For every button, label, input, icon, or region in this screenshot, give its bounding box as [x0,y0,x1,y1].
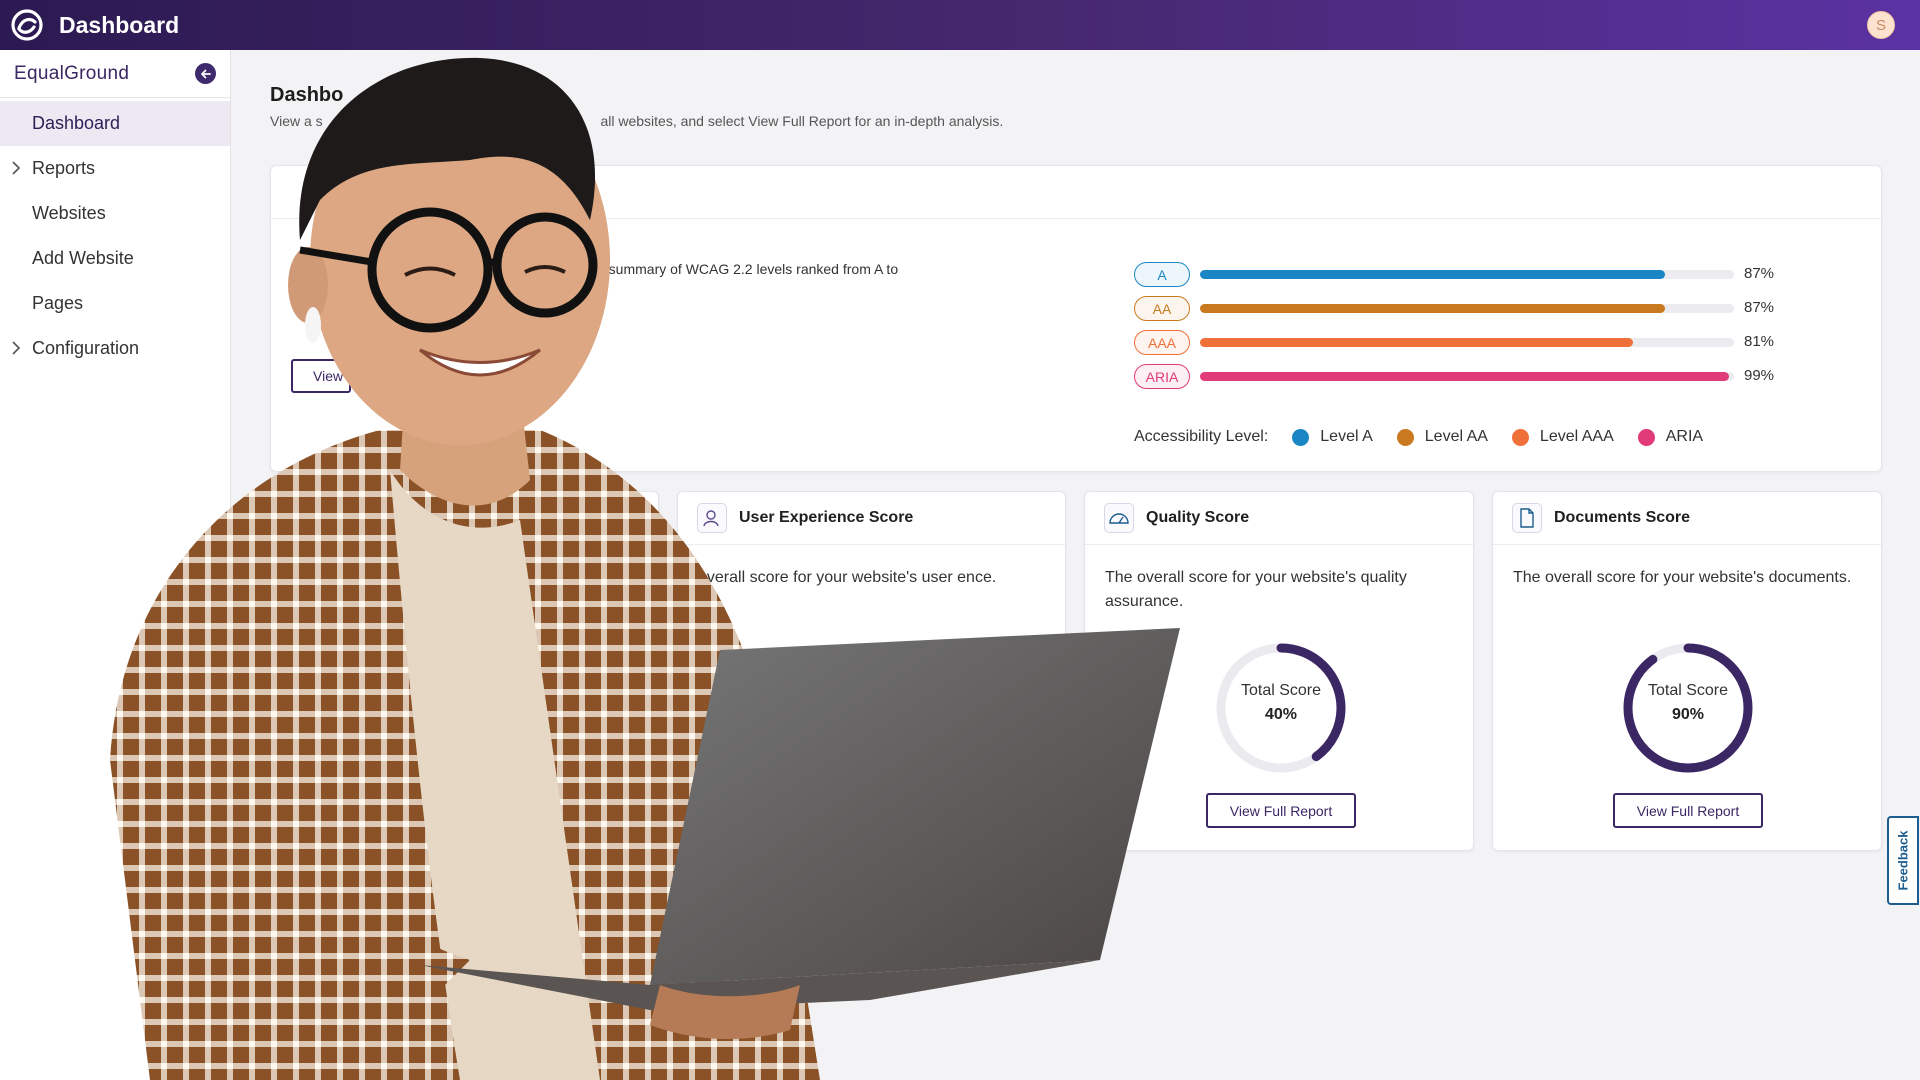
wcag-summary-card: a summary of WCAG 2.2 levels ranked from… [270,165,1882,472]
view-full-report-button[interactable]: View Full Report [1613,793,1763,828]
level-progress-track [1200,372,1734,381]
total-score-value: 90% [1671,706,1705,723]
level-badge: A [1134,262,1190,287]
legend-item-aria: ARIA [1637,428,1704,446]
level-row-aa: AA 87% [1134,296,1784,322]
sidebar-item-dashboard[interactable]: Dashboard [0,101,230,146]
card-header: Documents Score [1493,492,1881,545]
page-description-start: View a s [270,113,323,129]
feedback-tab[interactable]: Feedback [1887,816,1919,905]
card-title: Documents Score [1554,509,1691,526]
sidebar-brand: EqualGround [14,62,130,84]
level-percent: 99% [1744,367,1775,384]
sidebar-item-websites[interactable]: Websites [0,191,230,236]
legend-dot [1292,428,1310,446]
top-bar: Dashboard S [0,0,1920,50]
level-percent: 87% [1744,299,1775,316]
sidebar-item-label: Add Website [32,248,134,268]
legend-label: Level AAA [1539,428,1614,445]
legend-title: Accessibility Level: [1134,428,1269,445]
sidebar-item-label: Websites [32,203,106,223]
app-title: Dashboard [59,11,180,38]
card-header: User Experience Score [678,492,1065,545]
sidebar-item-label: Dashboard [32,113,121,133]
user-avatar[interactable]: S [1867,11,1895,39]
gauge-icon [1104,503,1134,533]
card-title: Quality Score [1146,509,1250,526]
legend-dot [1511,428,1529,446]
legend-label: Level A [1320,428,1373,445]
level-percent: 81% [1744,333,1775,350]
level-progress-fill [1200,338,1633,347]
level-progress-fill [1200,372,1729,381]
sidebar-item-reports[interactable]: Reports [0,146,230,191]
legend-dot [1637,428,1655,446]
level-row-a: A 87% [1134,262,1784,288]
sidebar-item-add-website[interactable]: Add Website [0,236,230,281]
feedback-label: Feedback [1895,830,1911,891]
card-description: The overall score for your website's doc… [1513,569,1852,586]
level-badge: AAA [1134,330,1190,355]
level-progress-fill [1200,304,1665,313]
collapse-sidebar-icon[interactable] [195,63,216,84]
chevron-right-icon [11,160,21,181]
card-description: overall score for your website's user en… [698,569,997,586]
total-score-label: Total Score [1240,682,1322,699]
sidebar-item-label: Configuration [32,338,140,358]
legend-item-level-a: Level A [1292,428,1373,446]
level-progress-track [1200,338,1734,347]
user-icon [697,503,727,533]
legend-item-level-aaa: Level AAA [1511,428,1614,446]
wcag-card-header [271,166,1881,219]
wcag-card-description: a summary of WCAG 2.2 levels ranked from… [597,261,899,277]
level-percent: 87% [1744,265,1775,282]
sidebar-item-configuration[interactable]: Configuration [0,326,230,371]
main-content: Dashbo View a s all websites, and select… [231,50,1920,1080]
level-progress-track [1200,304,1734,313]
sidebar: EqualGround Dashboard Reports Websites A… [0,50,231,1080]
page-description: View a s all websites, and select View F… [270,113,1003,129]
user-experience-score-card: User Experience Score overall score for … [677,491,1066,851]
level-row-aaa: AAA 81% [1134,330,1784,356]
legend-item-level-aa: Level AA [1396,428,1488,446]
level-badge: AA [1134,296,1190,321]
sidebar-item-label: Reports [32,158,96,178]
documents-score-card: Documents Score The overall score for yo… [1492,491,1882,851]
total-score-label: Total Score [1647,682,1729,699]
sidebar-header: EqualGround [0,50,230,98]
quality-score-card: Quality Score The overall score for your… [1084,491,1474,851]
view-full-report-button[interactable]: View Full Report [1206,793,1356,828]
card-title: User Experience Score [739,509,914,526]
sidebar-item-label: Pages [32,293,84,313]
total-score-value: 40% [1264,706,1298,723]
level-row-aria: ARIA 99% [1134,364,1784,390]
sidebar-item-pages[interactable]: Pages [0,281,230,326]
equalground-logo-icon[interactable] [9,7,45,43]
document-icon [1512,503,1542,533]
level-progress-track [1200,270,1734,279]
legend-dot [1396,428,1414,446]
legend-label: ARIA [1665,428,1704,445]
hidden-score-card [270,491,659,851]
card-description: The overall score for your website's qua… [1105,569,1407,610]
level-badge: ARIA [1134,364,1190,389]
accessibility-legend: Accessibility Level: Level A Level AA Le… [1134,428,1703,446]
card-header: Quality Score [1085,492,1473,545]
page-title: Dashbo [270,84,344,106]
page-description-end: all websites, and select View Full Repor… [600,113,1004,129]
legend-label: Level AA [1424,428,1488,445]
level-progress-fill [1200,270,1665,279]
view-full-report-button[interactable]: View [291,359,351,393]
chevron-right-icon [11,340,21,361]
